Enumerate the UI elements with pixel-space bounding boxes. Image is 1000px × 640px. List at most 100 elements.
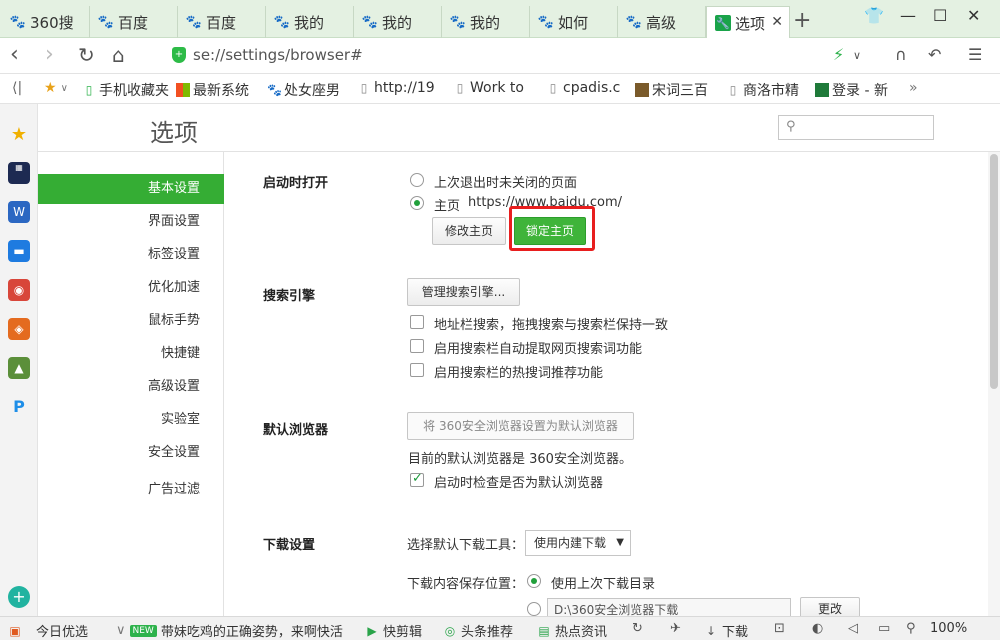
default-browser-status: 目前的默认浏览器是 360安全浏览器。 — [408, 452, 632, 467]
crop-icon[interactable]: ⊡ — [774, 621, 785, 636]
last-dir-radio[interactable] — [527, 574, 541, 588]
bookmark-item[interactable]: 🐾 处女座男 — [267, 80, 340, 100]
minimize-icon[interactable]: — — [900, 6, 916, 25]
tab-4[interactable]: 🐾 我的 — [266, 6, 354, 38]
game2-icon[interactable]: ◈ — [8, 318, 30, 340]
paw-icon: 🐾 — [97, 14, 115, 30]
more-bookmarks-icon[interactable]: » — [909, 80, 918, 96]
tab-5[interactable]: 🐾 我的 — [354, 6, 442, 38]
restore-pages-label: 上次退出时未关闭的页面 — [434, 176, 578, 191]
extract-search-label: 启用搜索栏自动提取网页搜索词功能 — [434, 342, 643, 357]
bookmark-item[interactable]: 登录 - 新 — [815, 80, 888, 100]
tab-3[interactable]: 🐾 百度 — [178, 6, 266, 38]
game3-icon[interactable]: ▲ — [8, 357, 30, 379]
sync-search-checkbox[interactable] — [410, 315, 424, 329]
tab-6[interactable]: 🐾 我的 — [442, 6, 530, 38]
pin-icon[interactable]: ✈ — [670, 621, 681, 636]
sidebar-item-gestures[interactable]: 鼠标手势 — [38, 306, 224, 336]
word-icon[interactable]: W — [8, 201, 30, 223]
search-engine-heading: 搜索引擎 — [263, 289, 316, 304]
add-app-icon[interactable]: + — [8, 586, 30, 608]
sidebar-item-shortcuts[interactable]: 快捷键 — [38, 339, 224, 369]
download-tool-select[interactable]: 使用内建下载 ▼ — [525, 530, 631, 556]
search-input[interactable] — [803, 118, 929, 137]
sidebar-item-tabs[interactable]: 标签设置 — [38, 240, 224, 270]
hot-news-tool[interactable]: ▤ 热点资讯 — [537, 621, 607, 640]
bookmark-item[interactable]: ▯ cpadis.c — [546, 80, 621, 96]
back-icon[interactable]: ‹ — [10, 42, 19, 68]
mute-icon[interactable]: ◁ — [848, 621, 858, 636]
paw-icon: 🐾 — [537, 14, 555, 30]
custom-dir-radio[interactable] — [527, 602, 541, 616]
bookmark-item[interactable]: 最新系统 — [176, 80, 249, 100]
extract-search-checkbox[interactable] — [410, 339, 424, 353]
sidebar-item-adblock[interactable]: 广告过滤 — [38, 475, 224, 505]
shirt-icon[interactable]: 👕 — [864, 6, 884, 25]
edit-homepage-button[interactable]: 修改主页 — [432, 217, 506, 245]
favorites-star-icon[interactable]: ★ ∨ — [44, 80, 68, 96]
clip-tool[interactable]: ▶ 快剪辑 — [365, 621, 422, 640]
restore-pages-radio[interactable] — [410, 173, 424, 187]
news-ticker[interactable]: ∨ NEW 带妹吃鸡的正确姿势，来啊快活 — [116, 621, 343, 640]
paw-icon: 🐾 — [9, 14, 27, 30]
app-icon[interactable]: ▦ — [8, 162, 30, 184]
lock-homepage-button[interactable]: 锁定主页 — [514, 217, 586, 245]
vertical-scrollbar[interactable] — [988, 152, 1000, 616]
forward-icon[interactable]: › — [45, 42, 54, 68]
undo-icon[interactable]: ↶ — [928, 45, 941, 64]
sidebar-item-optimize[interactable]: 优化加速 — [38, 273, 224, 303]
sidebar-item-basic[interactable]: 基本设置 — [38, 174, 224, 204]
reload-icon[interactable]: ↻ — [78, 42, 95, 68]
daily-picks[interactable]: ▣ 今日优选 — [8, 621, 88, 640]
speed-mode-icon[interactable]: ⚡ — [833, 45, 844, 64]
bookmark-item[interactable]: ▯ http://19 — [357, 80, 435, 96]
headline-tool[interactable]: ◎ 头条推荐 — [443, 621, 513, 640]
hot-search-checkbox[interactable] — [410, 363, 424, 377]
tab-bar: 🐾 360搜 🐾 百度 🐾 百度 🐾 我的 🐾 我的 🐾 我的 🐾 如何 🐾 高级 🔧 选项 ✕ +… — [0, 0, 1000, 39]
menu-icon[interactable]: ☰ — [968, 45, 982, 64]
tab-7[interactable]: 🐾 如何 — [530, 6, 618, 38]
zoom-level[interactable]: 100% — [930, 621, 967, 636]
chevron-down-icon[interactable]: ∨ — [853, 49, 861, 62]
bookmark-item[interactable]: ▯ 商洛市精 — [726, 80, 799, 100]
sidebar-item-lab[interactable]: 实验室 — [38, 405, 224, 435]
tab-1[interactable]: 🐾 360搜 — [2, 6, 90, 38]
manage-search-engines-button[interactable]: 管理搜索引擎... — [407, 278, 520, 306]
download-tool[interactable]: ↓ 下载 — [704, 621, 748, 640]
tab-8[interactable]: 🐾 高级 — [618, 6, 706, 38]
zoom-search-icon[interactable]: ⚲ — [906, 621, 916, 636]
close-tab-icon[interactable]: ✕ — [771, 14, 783, 30]
p-app-icon[interactable]: P — [8, 396, 30, 418]
video-clip-icon: ▶ — [367, 623, 377, 638]
paw-icon: 🐾 — [449, 14, 467, 30]
check-default-checkbox[interactable] — [410, 471, 424, 487]
bookmark-item[interactable]: 宋词三百 — [635, 80, 708, 100]
security-icon[interactable]: ◐ — [812, 621, 823, 636]
sidebar-toggle-icon[interactable]: ⟨| — [12, 80, 22, 96]
headline-icon: ◎ — [444, 623, 456, 638]
close-window-icon[interactable]: ✕ — [967, 6, 980, 25]
wrench-icon: 🔧 — [715, 15, 731, 31]
scrollbar-thumb[interactable] — [990, 154, 998, 389]
chat-icon[interactable]: ▬ — [8, 240, 30, 262]
new-tab-button[interactable]: + — [793, 8, 811, 33]
sidebar-item-security[interactable]: 安全设置 — [38, 438, 224, 468]
settings-search[interactable]: ⚲ — [778, 115, 934, 140]
screen-icon[interactable]: ▭ — [878, 621, 890, 636]
bookmark-item[interactable]: ▯ Work to — [453, 80, 524, 96]
sidebar-item-interface[interactable]: 界面设置 — [38, 207, 224, 237]
refresh-status-icon[interactable]: ↻ — [632, 621, 643, 636]
maximize-icon[interactable]: ☐ — [933, 6, 947, 25]
bookmark-item[interactable]: ▯ 手机收藏夹 — [82, 80, 169, 100]
sidebar-item-advanced[interactable]: 高级设置 — [38, 372, 224, 402]
game-icon[interactable]: ◉ — [8, 279, 30, 301]
home-icon[interactable]: ⌂ — [112, 42, 125, 68]
tab-settings[interactable]: 🔧 选项 ✕ — [706, 6, 790, 39]
page-title: 选项 — [150, 119, 198, 147]
set-default-browser-button[interactable]: 将 360安全浏览器设置为默认浏览器 — [407, 412, 634, 440]
favorites-star-icon[interactable]: ★ — [8, 124, 30, 146]
homepage-radio[interactable] — [410, 196, 424, 210]
tab-2[interactable]: 🐾 百度 — [90, 6, 178, 38]
headphones-icon[interactable]: ∩ — [895, 45, 907, 64]
url-field[interactable]: se://settings/browser# — [193, 46, 363, 64]
